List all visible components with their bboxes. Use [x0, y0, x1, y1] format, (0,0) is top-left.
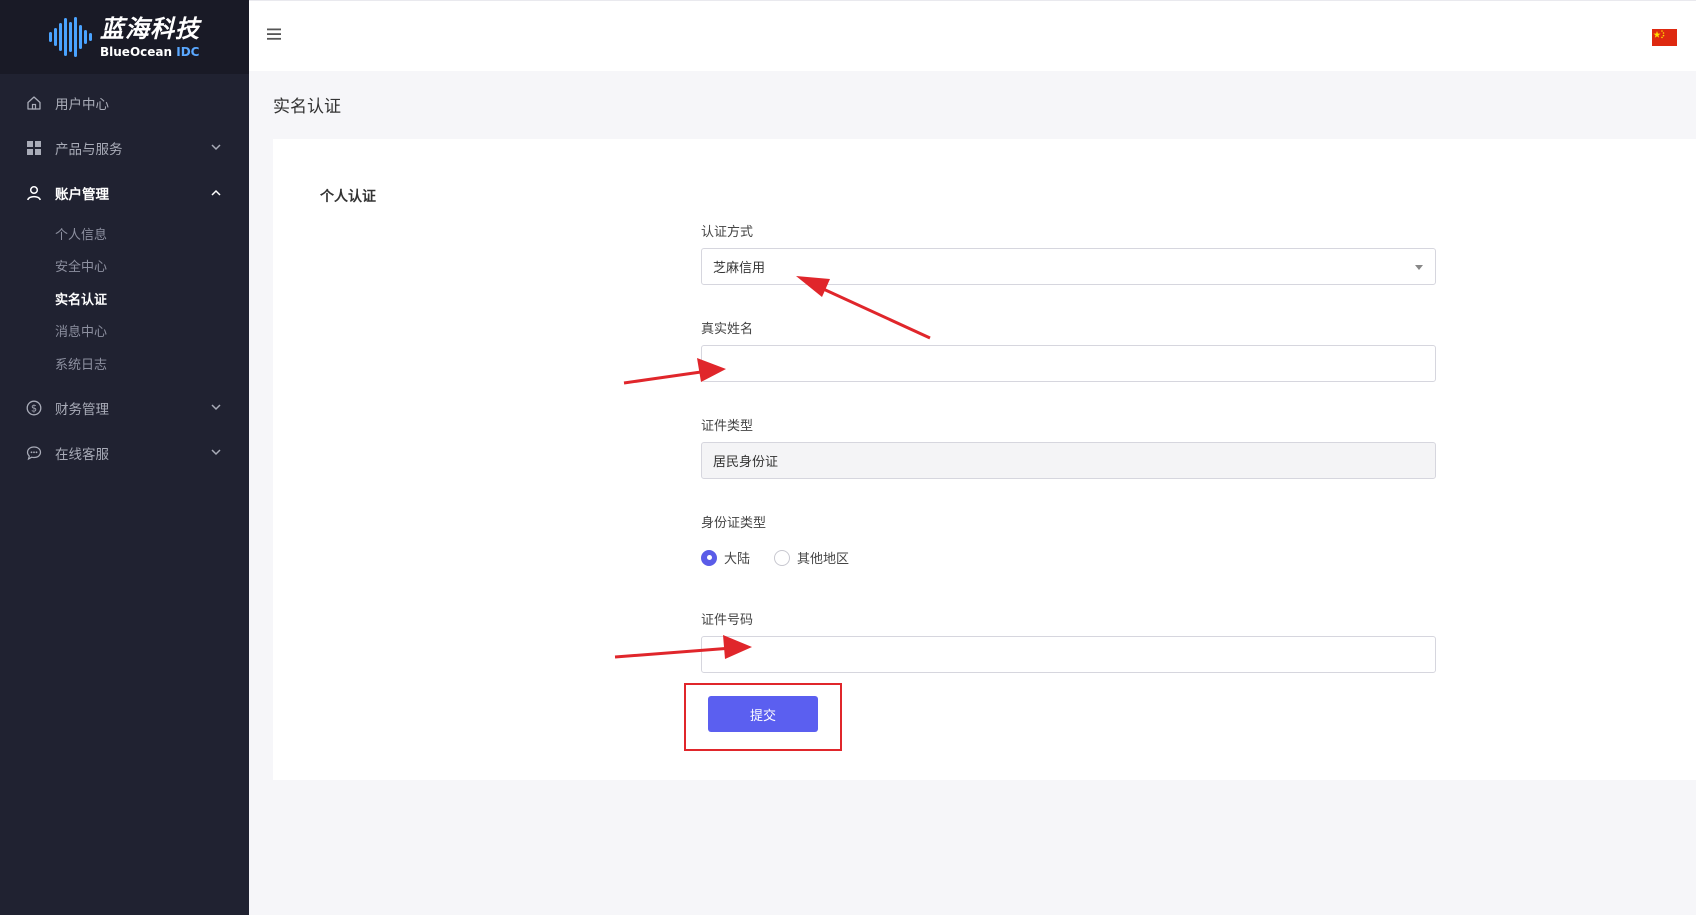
annotation-highlight-box	[684, 683, 842, 751]
id-type-field: 居民身份证	[701, 442, 1436, 479]
radio-mainland[interactable]: 大陆	[701, 548, 750, 567]
radio-unchecked-icon	[774, 549, 791, 566]
chevron-down-icon	[209, 140, 223, 154]
section-title: 个人认证	[320, 189, 376, 205]
auth-method-value: 芝麻信用	[713, 261, 766, 276]
sidebar-menu: 用户中心 产品与服务 账户管理 个人信息 安全中心 实名认证 消息中心 系统日志…	[0, 74, 249, 476]
user-icon	[25, 184, 42, 201]
sidebar-subitem-real-name-auth[interactable]: 实名认证	[0, 282, 249, 315]
grid-icon	[25, 139, 42, 156]
chevron-down-icon	[209, 401, 223, 415]
radio-checked-icon	[701, 549, 717, 566]
verification-card: 个人认证 认证方式 芝麻信用 真实姓名 证件类型 居民身份证 身份证类型 大陆 …	[273, 139, 1696, 780]
sidebar-subitem-security-center[interactable]: 安全中心	[0, 250, 249, 283]
sidebar-item-account-management[interactable]: 账户管理	[0, 170, 249, 215]
id-region-radio-group: 大陆 其他地区	[701, 548, 873, 567]
sidebar-item-online-support[interactable]: 在线客服	[0, 431, 249, 476]
hamburger-icon[interactable]	[266, 26, 282, 42]
svg-text:$: $	[30, 404, 36, 415]
logo-english-name: BlueOcean IDC	[100, 44, 200, 59]
sidebar-item-label: 产品与服务	[55, 141, 123, 158]
auth-method-label: 认证方式	[701, 225, 754, 240]
sidebar-item-user-center[interactable]: 用户中心	[0, 80, 249, 125]
home-icon	[25, 94, 42, 111]
top-bar	[249, 0, 1696, 71]
real-name-input[interactable]	[701, 345, 1436, 382]
id-number-label: 证件号码	[701, 613, 754, 628]
sidebar-item-label: 在线客服	[55, 447, 109, 463]
id-type-label: 证件类型	[701, 419, 754, 434]
chevron-down-icon	[209, 446, 223, 460]
dollar-icon: $	[25, 400, 42, 417]
sidebar-item-label: 财务管理	[55, 402, 109, 418]
sidebar-item-products-services[interactable]: 产品与服务	[0, 125, 249, 170]
sidebar-item-finance-management[interactable]: $ 财务管理	[0, 386, 249, 431]
chat-icon	[25, 445, 42, 462]
sidebar-item-label: 用户中心	[55, 96, 109, 113]
sidebar-subitem-system-log[interactable]: 系统日志	[0, 347, 249, 380]
china-flag-icon[interactable]	[1652, 29, 1677, 46]
page-title: 实名认证	[273, 97, 341, 117]
chevron-up-icon	[209, 185, 223, 199]
sidebar-subitem-message-center[interactable]: 消息中心	[0, 315, 249, 348]
auth-method-select[interactable]: 芝麻信用	[701, 248, 1436, 285]
sidebar-subitem-personal-info[interactable]: 个人信息	[0, 217, 249, 250]
logo-chinese-name: 蓝海科技	[100, 14, 200, 43]
sidebar-item-label: 账户管理	[55, 186, 109, 203]
logo-waves-icon	[49, 15, 92, 59]
caret-down-icon	[1415, 265, 1423, 270]
account-submenu: 个人信息 安全中心 实名认证 消息中心 系统日志	[0, 215, 249, 386]
radio-label: 大陆	[724, 552, 751, 567]
id-number-input[interactable]	[701, 636, 1436, 673]
id-region-label: 身份证类型	[701, 516, 767, 531]
radio-label: 其他地区	[797, 552, 850, 567]
sidebar: 蓝海科技 BlueOcean IDC 用户中心 产品与服务 账户管理 个人信息 …	[0, 0, 249, 915]
real-name-label: 真实姓名	[701, 322, 754, 337]
radio-other-regions[interactable]: 其他地区	[774, 548, 849, 567]
brand-logo[interactable]: 蓝海科技 BlueOcean IDC	[0, 0, 249, 74]
